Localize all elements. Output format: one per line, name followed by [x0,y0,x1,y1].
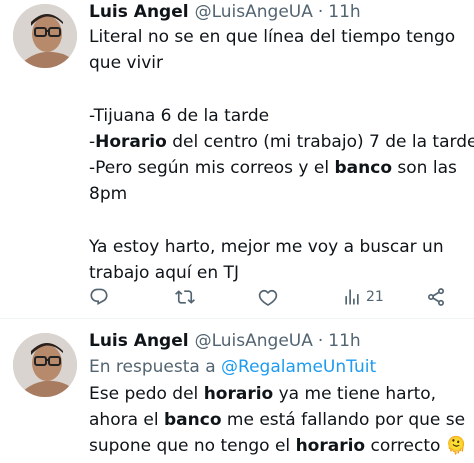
user-handle[interactable]: @LuisAngeUA [195,2,313,22]
text-line: -Tijuana 6 de la tarde [89,105,270,126]
tweet-header: Luis Angel @LuisAngeUA · 11h [89,0,361,24]
display-name[interactable]: Luis Angel [89,331,189,351]
bold-keyword: banco [334,157,393,178]
views-icon [345,289,359,305]
like-button[interactable] [258,285,278,309]
share-icon [428,288,444,306]
bold-keyword: Horario [95,131,167,152]
bold-keyword: banco [164,410,222,431]
separator-dot: · [317,2,324,22]
text-line: Literal no se en que línea del tiempo te… [89,27,456,47]
text-line-rich: supone que no tengo el horario correcto … [89,436,467,457]
timestamp[interactable]: 11h [328,2,360,22]
user-handle[interactable]: @LuisAngeUA [195,331,313,351]
heart-icon [258,289,278,306]
tweet-header: Luis Angel @LuisAngeUA · 11h [89,329,361,353]
retweet-button[interactable] [175,285,195,309]
reply-context: En respuesta a @RegalameUnTuit [89,357,376,377]
avatar-image [13,4,77,68]
text-line-rich: ahora el banco me está fallando por que … [89,410,466,431]
reply-button[interactable] [89,285,109,309]
timestamp[interactable]: 11h [328,331,360,351]
views-count: 21 [366,289,384,305]
retweet-icon [175,290,195,304]
text-line-rich: -Horario del centro (mi trabajo) 7 de la… [89,131,474,152]
display-name[interactable]: Luis Angel [89,2,189,22]
text-line: Ya estoy harto, mejor me voy a buscar un [89,236,444,257]
share-button[interactable] [426,285,446,309]
tweet[interactable]: Luis Angel @LuisAngeUA · 11h En respuest… [0,319,474,463]
avatar[interactable] [13,4,77,68]
avatar-image [13,333,77,397]
text-line: que vivir [89,53,163,74]
reply-prefix: En respuesta a [89,357,216,377]
reply-mention-link[interactable]: @RegalameUnTuit [221,357,376,377]
tweet-text: Ese pedo del horario ya me tiene harto, … [89,381,469,460]
bold-keyword: horario [295,436,366,457]
text-line: 8pm [89,184,128,205]
tweet[interactable]: Luis Angel @LuisAngeUA · 11h Literal no … [0,0,474,318]
avatar[interactable] [13,333,77,397]
reply-icon [90,288,108,305]
tweet-text: Literal no se en que línea del tiempo te… [89,24,474,286]
text-line-rich: -Pero según mis correos y el banco son l… [89,157,457,178]
separator-dot: · [317,331,324,351]
bold-keyword: horario [203,384,274,404]
views-button[interactable]: 21 [342,285,384,309]
text-line: trabajo aquí en TJ [89,262,239,283]
text-line-rich: Ese pedo del horario ya me tiene harto, [89,384,437,404]
action-bar: 21 [89,285,454,309]
